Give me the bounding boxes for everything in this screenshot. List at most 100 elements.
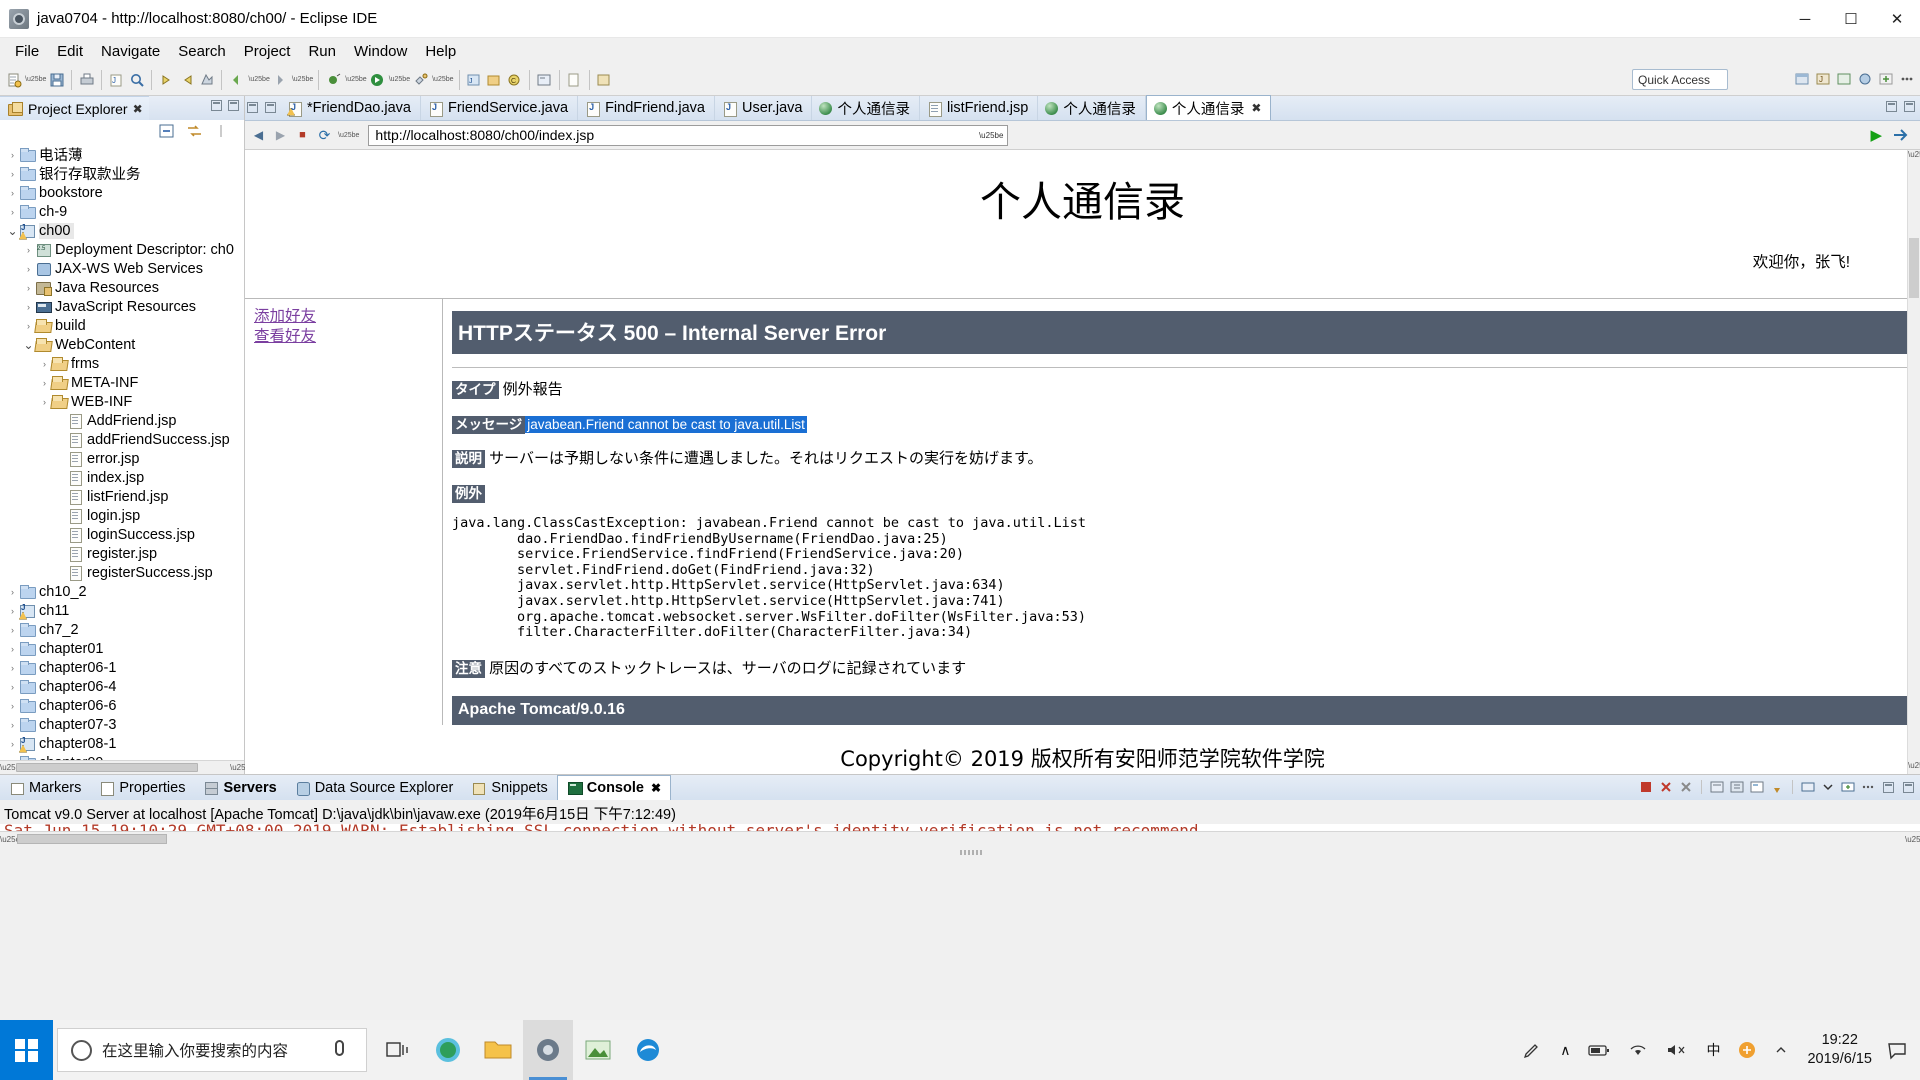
tree-item[interactable]: addFriendSuccess.jsp <box>0 430 244 449</box>
resize-grip[interactable] <box>960 850 982 855</box>
tree-item[interactable]: › ch10_2 <box>0 582 244 601</box>
tree-item[interactable]: ›chapter09 <box>0 753 244 760</box>
view-menu-icon[interactable] <box>212 123 230 139</box>
microphone-icon[interactable] <box>335 1040 344 1056</box>
tree-item[interactable]: › JAX-WS Web Services <box>0 259 244 278</box>
new-package-icon[interactable] <box>485 69 504 91</box>
maximize-button[interactable]: ☐ <box>1828 0 1874 38</box>
tree-item[interactable]: › chapter01 <box>0 639 244 658</box>
url-input[interactable]: http://localhost:8080/ch00/index.jsp \u2… <box>368 124 1009 146</box>
perspective-java-icon[interactable]: J <box>1813 68 1832 90</box>
console-scroll-right-icon[interactable]: \u25b6 <box>1905 835 1920 844</box>
chevron-right-icon[interactable]: › <box>6 606 19 616</box>
new-wizard-icon[interactable] <box>4 69 23 91</box>
link-view-friends[interactable]: 查看好友 <box>254 327 442 346</box>
task-view-button[interactable] <box>373 1020 423 1080</box>
project-tree[interactable]: › 电话薄 › 银行存取款业务 › bookstore › ch-9 ⌄ ch00 › Deploym… <box>0 142 244 760</box>
scrollbar-thumb[interactable] <box>16 763 198 772</box>
menu-window[interactable]: Window <box>345 40 416 63</box>
debug-icon[interactable] <box>324 69 343 91</box>
perspective-add-icon[interactable] <box>1876 68 1895 90</box>
debug-chevron-down-icon[interactable]: \u25be <box>345 76 366 83</box>
run-icon[interactable] <box>368 69 387 91</box>
tree-item[interactable]: › frms <box>0 354 244 373</box>
remove-all-icon[interactable] <box>1678 779 1694 795</box>
editor-tab[interactable]: 个人通信录 <box>1038 96 1146 120</box>
start-button[interactable] <box>0 1020 53 1080</box>
bottom-tab[interactable]: Data Source Explorer <box>286 776 463 800</box>
tray-sogou-icon[interactable] <box>1729 1020 1765 1080</box>
chevron-right-icon[interactable]: › <box>38 359 51 369</box>
menu-search[interactable]: Search <box>169 40 235 63</box>
chevron-right-icon[interactable]: › <box>38 397 51 407</box>
external-tools-chevron-down-icon[interactable]: \u25be <box>432 76 453 83</box>
tree-item[interactable]: › ch7_2 <box>0 620 244 639</box>
bottom-tab[interactable]: Console ✖ <box>556 775 672 800</box>
taskbar-photos-icon[interactable] <box>573 1020 623 1080</box>
tree-item[interactable]: › build <box>0 316 244 335</box>
perspective-web-icon[interactable] <box>1792 68 1811 90</box>
chevron-down-icon[interactable]: ⌄ <box>22 339 35 351</box>
perspective-javaee-icon[interactable] <box>1834 68 1853 90</box>
menu-navigate[interactable]: Navigate <box>92 40 169 63</box>
open-type-icon[interactable]: J <box>107 69 126 91</box>
search-icon[interactable] <box>127 69 146 91</box>
last-edit-location-icon[interactable] <box>197 69 216 91</box>
minimize-button[interactable]: ─ <box>1782 0 1828 38</box>
scroll-lock-icon[interactable] <box>1729 779 1745 795</box>
new-java-project-icon[interactable]: J <box>465 69 484 91</box>
menu-run[interactable]: Run <box>299 40 345 63</box>
tree-item[interactable]: › 电话薄 <box>0 145 244 164</box>
chevron-right-icon[interactable]: › <box>6 207 19 217</box>
show-console-icon[interactable] <box>1749 779 1765 795</box>
tree-item[interactable]: › ch-9 <box>0 202 244 221</box>
scroll-right-icon[interactable]: \u25b6 <box>230 763 254 772</box>
maximize-editor-icon[interactable] <box>265 102 276 113</box>
project-explorer-tab[interactable]: Project Explorer ✖ <box>0 96 149 120</box>
tree-item[interactable]: listFriend.jsp <box>0 487 244 506</box>
bottom-tab[interactable]: Snippets <box>462 776 556 800</box>
editor-tab[interactable]: 个人通信录 <box>812 96 920 120</box>
tree-item[interactable]: › Java Resources <box>0 278 244 297</box>
tray-chevron-up-icon-2[interactable] <box>1765 1020 1797 1080</box>
editor-tab[interactable]: 个人通信录 ✖ <box>1145 95 1272 120</box>
wifi-icon[interactable] <box>1619 1020 1657 1080</box>
new-servlet-icon[interactable] <box>595 69 614 91</box>
taskbar-firefox-icon[interactable] <box>423 1020 473 1080</box>
new-jsp-file-icon[interactable] <box>565 69 584 91</box>
browser-back-icon[interactable]: ◀ <box>249 125 268 145</box>
volume-mute-icon[interactable] <box>1657 1020 1697 1080</box>
tree-item[interactable]: › chapter06-4 <box>0 677 244 696</box>
next-annotation-icon[interactable] <box>157 69 176 91</box>
console-scrollbar-thumb[interactable] <box>17 834 167 844</box>
page-scrollbar-thumb[interactable] <box>1909 238 1919 298</box>
editor-minimize-icon[interactable] <box>1886 101 1897 112</box>
back-history-icon[interactable] <box>227 69 246 91</box>
maximize-panel-icon[interactable] <box>1900 779 1916 795</box>
save-icon[interactable] <box>47 69 66 91</box>
restore-editor-icon[interactable] <box>247 102 258 113</box>
run-external-tools-icon[interactable] <box>411 69 430 91</box>
browser-refresh-chevron-down-icon[interactable]: \u25be <box>338 132 359 139</box>
url-chevron-down-icon[interactable]: \u25be <box>979 131 1003 140</box>
close-icon[interactable]: ✖ <box>1251 101 1261 115</box>
taskbar-edge-icon[interactable] <box>623 1020 673 1080</box>
chevron-right-icon[interactable]: › <box>6 682 19 692</box>
bottom-tab[interactable]: Properties <box>90 776 194 800</box>
battery-icon[interactable] <box>1579 1020 1619 1080</box>
new-wizard-chevron-down-icon[interactable]: \u25be <box>25 76 46 83</box>
print-icon[interactable] <box>77 69 96 91</box>
menu-file[interactable]: File <box>6 40 48 63</box>
chevron-right-icon[interactable]: › <box>38 378 51 388</box>
scroll-left-icon[interactable]: \u25c0 <box>0 763 24 772</box>
close-button[interactable]: ✕ <box>1874 0 1920 38</box>
terminate-icon[interactable] <box>1638 779 1654 795</box>
ime-language-indicator[interactable]: 中 <box>1697 1020 1729 1080</box>
chevron-right-icon[interactable]: › <box>6 169 19 179</box>
collapse-all-icon[interactable] <box>158 123 176 139</box>
browser-forward-icon[interactable]: ▶ <box>271 125 290 145</box>
display-selected-console-icon[interactable] <box>1800 779 1816 795</box>
tree-item[interactable]: loginSuccess.jsp <box>0 525 244 544</box>
editor-maximize-icon[interactable] <box>1904 101 1915 112</box>
browser-stop-icon[interactable]: ■ <box>293 125 312 145</box>
